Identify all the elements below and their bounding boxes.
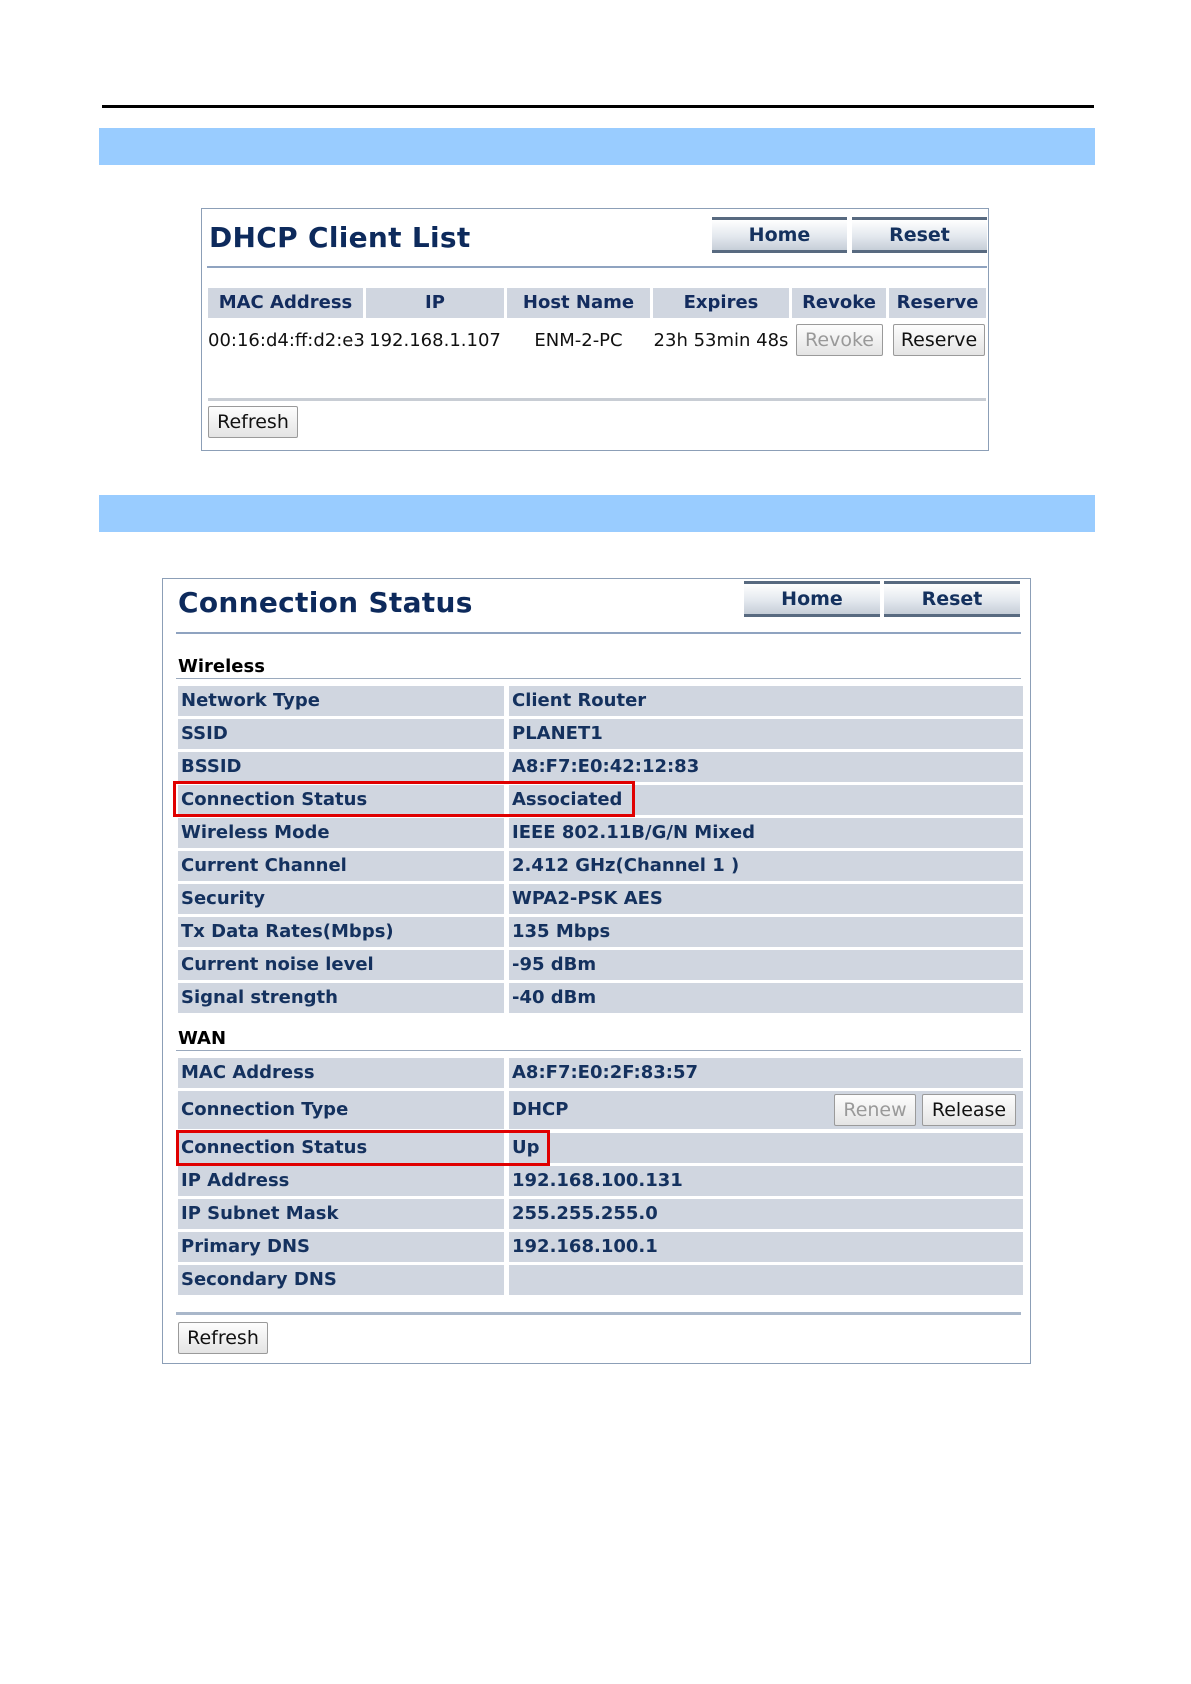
status-bottom-divider [176,1312,1021,1315]
column-header-revoke: Revoke [792,288,886,318]
wan-secondary-dns-label: Secondary DNS [178,1265,504,1295]
wireless-heading-divider [176,678,1021,679]
wan-secondary-dns-value [509,1265,1023,1295]
wan-mac-value: A8:F7:E0:2F:83:57 [509,1058,1023,1088]
wireless-status-highlight-box [173,781,635,817]
wireless-bssid-label: BSSID [178,752,504,782]
wan-subnet-mask-label: IP Subnet Mask [178,1199,504,1229]
dhcp-home-button[interactable]: Home [712,217,847,253]
wan-subnet-mask-value: 255.255.255.0 [509,1199,1023,1229]
status-title-divider [176,632,1021,634]
column-header-expires: Expires [653,288,789,318]
wireless-security-label: Security [178,884,504,914]
wan-primary-dns-label: Primary DNS [178,1232,504,1262]
client-mac: 00:16:d4:ff:d2:e3 [208,330,365,351]
section-band [99,128,1095,165]
release-button[interactable]: Release [922,1094,1016,1126]
wireless-noise-value: -95 dBm [509,950,1023,980]
status-reset-button[interactable]: Reset [884,581,1020,617]
wireless-mode-value: IEEE 802.11B/G/N Mixed [509,818,1023,848]
wireless-channel-value: 2.412 GHz(Channel 1 ) [509,851,1023,881]
wan-mac-label: MAC Address [178,1058,504,1088]
wan-section-heading: WAN [178,1028,227,1049]
wireless-network-type-label: Network Type [178,686,504,716]
status-home-button[interactable]: Home [744,581,880,617]
wireless-signal-value: -40 dBm [509,983,1023,1013]
wireless-tx-rate-label: Tx Data Rates(Mbps) [178,917,504,947]
status-panel-title: Connection Status [178,586,473,619]
dhcp-title-divider [207,266,987,268]
client-ip: 192.168.1.107 [369,330,501,351]
wireless-network-type-value: Client Router [509,686,1023,716]
dhcp-panel-title: DHCP Client List [209,221,471,254]
wan-connection-type-label: Connection Type [178,1091,504,1129]
wireless-ssid-label: SSID [178,719,504,749]
wan-ip-address-label: IP Address [178,1166,504,1196]
client-expires: 23h 53min 48s [653,330,789,351]
wireless-tx-rate-value: 135 Mbps [509,917,1023,947]
wan-ip-address-value: 192.168.100.131 [509,1166,1023,1196]
wireless-section-heading: Wireless [178,656,265,677]
wan-status-highlight-box [176,1130,550,1166]
renew-button[interactable]: Renew [834,1094,916,1126]
dhcp-bottom-divider [208,398,986,401]
wireless-signal-label: Signal strength [178,983,504,1013]
reserve-button[interactable]: Reserve [893,324,985,356]
revoke-button[interactable]: Revoke [796,324,883,356]
section-band [99,495,1095,532]
column-header-host: Host Name [507,288,650,318]
page-top-rule [102,105,1094,108]
wireless-security-value: WPA2-PSK AES [509,884,1023,914]
wan-connection-status-value: Up [509,1133,1023,1163]
wireless-ssid-value: PLANET1 [509,719,1023,749]
wireless-mode-label: Wireless Mode [178,818,504,848]
column-header-mac: MAC Address [208,288,363,318]
client-host-name: ENM-2-PC [534,330,623,351]
wireless-channel-label: Current Channel [178,851,504,881]
wireless-noise-label: Current noise level [178,950,504,980]
dhcp-refresh-button[interactable]: Refresh [208,406,298,438]
column-header-ip: IP [366,288,504,318]
wireless-bssid-value: A8:F7:E0:42:12:83 [509,752,1023,782]
status-refresh-button[interactable]: Refresh [178,1322,268,1354]
wan-primary-dns-value: 192.168.100.1 [509,1232,1023,1262]
column-header-reserve: Reserve [889,288,986,318]
wan-heading-divider [176,1050,1021,1051]
dhcp-reset-button[interactable]: Reset [852,217,987,253]
